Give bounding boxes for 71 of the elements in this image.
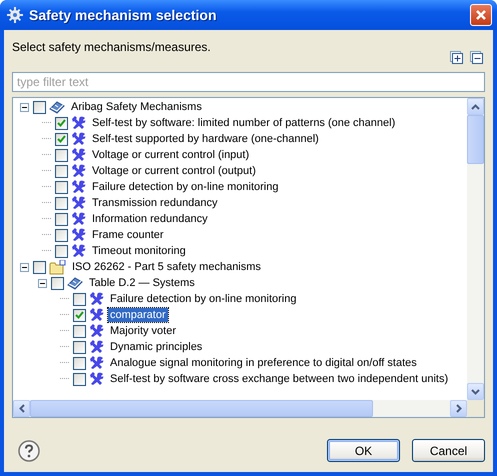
cancel-button[interactable]: Cancel	[412, 439, 485, 462]
tree-item-label[interactable]: Self-test by software: limited number of patterns (one channel)	[90, 116, 398, 130]
collapse-all-icon[interactable]	[470, 51, 483, 64]
wrench-hammer-icon	[71, 212, 86, 226]
book-icon	[67, 276, 83, 290]
expand-all-icon[interactable]	[450, 51, 463, 64]
tree-item-label[interactable]: Failure detection by on-line monitoring	[90, 180, 280, 194]
scrollbar-thumb[interactable]	[30, 400, 373, 417]
collapse-toggle[interactable]	[38, 278, 47, 288]
checkbox[interactable]	[55, 116, 68, 130]
wrench-hammer-icon	[71, 164, 86, 178]
tree-item-label[interactable]: Dynamic principles	[108, 340, 204, 354]
tree-item-label[interactable]: ISO 26262 - Part 5 safety mechanisms	[70, 260, 263, 274]
checkbox[interactable]	[55, 180, 68, 194]
close-icon	[475, 9, 487, 21]
help-icon[interactable]	[18, 440, 40, 462]
tree-item-label[interactable]: comparator	[108, 308, 168, 322]
wrench-hammer-icon	[71, 244, 86, 258]
checkbox[interactable]	[73, 340, 86, 354]
collapse-toggle[interactable]	[20, 262, 29, 272]
scrollbar-corner	[467, 400, 484, 417]
folder-icon	[49, 260, 66, 274]
instruction-text: Select safety mechanisms/measures.	[12, 40, 211, 54]
close-button[interactable]	[470, 4, 492, 26]
checkbox[interactable]	[73, 308, 86, 322]
wrench-hammer-icon	[89, 340, 104, 354]
checkbox[interactable]	[73, 324, 86, 338]
wrench-hammer-icon	[71, 196, 86, 210]
wrench-hammer-icon	[89, 356, 104, 370]
checkbox[interactable]	[73, 292, 86, 306]
checkbox[interactable]	[55, 244, 68, 258]
checkbox[interactable]	[73, 372, 86, 386]
checkbox[interactable]	[55, 196, 68, 210]
tree-item-label[interactable]: Timeout monitoring	[90, 244, 188, 258]
tree-item-label[interactable]: Aribag Safety Mechanisms	[69, 100, 204, 114]
filter-field[interactable]: type filter text	[12, 72, 485, 92]
window-title: Safety mechanism selection	[29, 7, 218, 23]
ok-button[interactable]: OK	[327, 439, 400, 462]
wrench-hammer-icon	[89, 292, 104, 306]
tree-item-label[interactable]: Table D.2 — Systems	[87, 276, 197, 290]
wrench-hammer-icon	[89, 324, 104, 338]
checkbox[interactable]	[55, 164, 68, 178]
checkbox[interactable]	[51, 276, 64, 290]
tree-item-label[interactable]: Analogue signal monitoring in preference to digital on/off states	[108, 356, 419, 370]
wrench-hammer-icon	[71, 116, 86, 130]
gear-icon	[7, 7, 23, 23]
wrench-hammer-icon	[71, 132, 86, 146]
scrollbar-thumb[interactable]	[467, 115, 484, 164]
tree-item-label[interactable]: Voltage or current control (input)	[90, 148, 252, 162]
checkbox[interactable]	[73, 356, 86, 370]
tree-item-label[interactable]: Frame counter	[90, 228, 166, 242]
wrench-hammer-icon	[71, 180, 86, 194]
checkbox[interactable]	[55, 132, 68, 146]
checkbox[interactable]	[55, 212, 68, 226]
wrench-hammer-icon	[71, 228, 86, 242]
wrench-hammer-icon	[89, 372, 104, 386]
tree-item-label[interactable]: Voltage or current control (output)	[90, 164, 258, 178]
wrench-hammer-icon	[71, 148, 86, 162]
book-icon	[49, 100, 65, 114]
checkbox[interactable]	[55, 148, 68, 162]
tree-item-label[interactable]: Transmission redundancy	[90, 196, 220, 210]
wrench-hammer-icon	[89, 308, 104, 322]
checkbox[interactable]	[33, 100, 46, 114]
tree-item-label[interactable]: Majority voter	[108, 324, 178, 338]
tree-item-label[interactable]: Self-test by software cross exchange between two independent units)	[108, 372, 450, 386]
checkbox[interactable]	[55, 228, 68, 242]
tree-item-label[interactable]: Information redundancy	[90, 212, 210, 226]
tree-item-label[interactable]: Self-test supported by hardware (one-channel)	[90, 132, 321, 146]
checkbox[interactable]	[33, 260, 46, 274]
tree-item-label[interactable]: Failure detection by on-line monitoring	[108, 292, 298, 306]
collapse-toggle[interactable]	[20, 102, 29, 112]
